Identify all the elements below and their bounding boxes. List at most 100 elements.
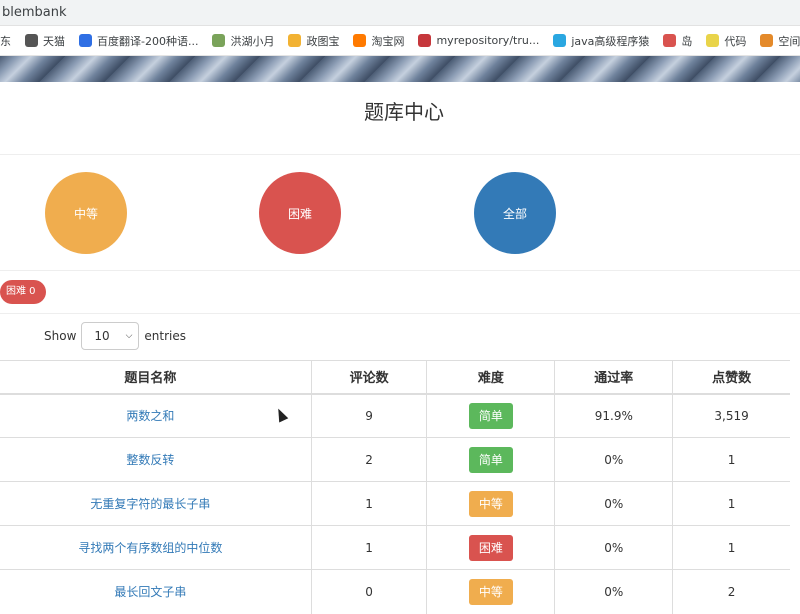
table-cell: 中等 [426, 481, 555, 526]
map-icon [288, 34, 302, 47]
table-row: 最长回文子串 0 中等 0% 2 [0, 569, 790, 614]
table-row: 寻找两个有序数组的中位数 1 困难 0% 1 [0, 525, 790, 570]
chevron-down-icon: ⌵ [125, 331, 133, 341]
difficulty-badge: 中等 [468, 490, 513, 517]
bookmark-item[interactable]: 百度翻译-200种语... [79, 33, 198, 49]
bookmark-label: java高级程序猿 [571, 34, 650, 48]
length-menu: Show 10 ⌵ entries [44, 322, 186, 350]
bookmark-item[interactable]: 岛 [663, 33, 692, 49]
like-count: 3,519 [714, 408, 749, 423]
bookmark-item[interactable]: 代码 [706, 33, 746, 49]
like-count: 2 [727, 584, 736, 599]
bookmark-item[interactable]: 洪湖小月 [212, 33, 274, 49]
bookmark-label: 百度翻译-200种语... [97, 34, 199, 48]
bilibili-icon [553, 34, 567, 47]
table-cell: 寻找两个有序数组的中位数 [0, 525, 312, 570]
category-hard-button[interactable]: 困难 [259, 172, 341, 254]
bookmark-label: myrepository/tru... [436, 34, 540, 47]
column-header-pass-rate[interactable]: 通过率 [554, 360, 673, 395]
column-header-difficulty[interactable]: 难度 [426, 360, 555, 395]
table-cell: 1 [672, 525, 790, 570]
code-icon [706, 34, 720, 47]
pass-rate: 0% [604, 452, 624, 467]
table-cell: 0% [554, 437, 673, 482]
problem-title-link[interactable]: 无重复字符的最长子串 [90, 497, 210, 511]
table-body: 两数之和 9 简单 91.9% 3,519 整数反转 2 简单 0% 1 无重复字符的最长子串 1 中等… [0, 393, 790, 614]
table-cell: 0 [310, 569, 427, 614]
problems-table: 题目名称 评论数 难度 通过率 点赞数 两数之和 9 简单 91.9% 3,519 整数反… [0, 360, 790, 614]
bookmark-label: 淘宝网 [371, 34, 405, 48]
bookmark-label: 代码 [724, 34, 747, 48]
space-icon [760, 34, 774, 47]
show-label: Show [44, 329, 77, 343]
difficulty-badge: 简单 [468, 446, 513, 473]
page-title: 题库中心 [364, 100, 444, 124]
category-label: 全部 [502, 206, 527, 221]
bookmark-item[interactable]: myrepository/tru... [418, 34, 539, 47]
table-header-row: 题目名称 评论数 难度 通过率 点赞数 [0, 360, 790, 395]
column-header-likes[interactable]: 点赞数 [672, 360, 790, 395]
leaf-icon [212, 34, 226, 47]
bookmark-label: 东 [0, 34, 11, 48]
table-cell: 无重复字符的最长子串 [0, 481, 312, 526]
table-row: 无重复字符的最长子串 1 中等 0% 1 [0, 481, 790, 526]
table-cell: 91.9% [554, 393, 673, 438]
divider [0, 154, 800, 155]
divider [0, 270, 800, 271]
page-length-select[interactable]: 10 ⌵ [81, 322, 140, 350]
divider [0, 313, 800, 314]
table-row: 两数之和 9 简单 91.9% 3,519 [0, 393, 790, 438]
table-cell: 0% [554, 525, 673, 570]
header-banner [0, 56, 800, 82]
table-cell: 9 [310, 393, 427, 438]
problem-title-link[interactable]: 寻找两个有序数组的中位数 [78, 541, 222, 555]
pass-rate: 0% [604, 540, 624, 555]
swallow-icon [663, 34, 677, 47]
filter-tag-badge[interactable]: 困难 0 [0, 280, 46, 304]
pass-rate: 0% [604, 584, 624, 599]
table-cell: 1 [310, 481, 427, 526]
bookmark-label: 洪湖小月 [230, 34, 275, 48]
table-cell: 简单 [426, 393, 555, 438]
problem-title-link[interactable]: 最长回文子串 [114, 585, 186, 599]
category-medium-button[interactable]: 中等 [45, 172, 127, 254]
taobao-icon [353, 34, 367, 47]
table-cell: 两数之和 [0, 393, 312, 438]
globe-icon [25, 34, 38, 47]
pass-rate: 0% [604, 496, 624, 511]
page-length-value: 10 [94, 329, 110, 343]
table-cell: 3,519 [672, 393, 790, 438]
bookmark-item[interactable]: java高级程序猿 [553, 33, 649, 49]
bookmark-item[interactable]: 空间 [760, 33, 800, 49]
comment-count: 1 [365, 496, 373, 511]
like-count: 1 [727, 452, 736, 467]
table-cell: 整数反转 [0, 437, 312, 482]
bookmark-label: 岛 [681, 34, 693, 48]
column-header-title[interactable]: 题目名称 [0, 360, 312, 395]
bookmark-label: 空间 [778, 34, 800, 48]
address-bar[interactable]: blembank [0, 0, 800, 26]
table-cell: 0% [554, 569, 673, 614]
bookmark-label: 政图宝 [306, 34, 340, 48]
address-text: blembank [2, 5, 67, 20]
github-icon [418, 34, 432, 47]
comment-count: 9 [365, 408, 373, 423]
pass-rate: 91.9% [594, 408, 633, 423]
comment-count: 2 [365, 452, 373, 467]
category-all-button[interactable]: 全部 [474, 172, 556, 254]
bookmark-item[interactable]: 淘宝网 [353, 33, 404, 49]
bookmark-item[interactable]: 政图宝 [288, 33, 339, 49]
table-cell: 中等 [426, 569, 555, 614]
table-cell: 1 [672, 481, 790, 526]
column-header-comments[interactable]: 评论数 [310, 360, 427, 395]
like-count: 1 [727, 540, 736, 555]
table-cell: 简单 [426, 437, 555, 482]
bookmark-item[interactable]: 东 [0, 33, 11, 49]
problem-title-link[interactable]: 两数之和 [126, 409, 174, 423]
table-cell: 2 [672, 569, 790, 614]
comment-count: 0 [365, 584, 373, 599]
table-cell: 2 [310, 437, 427, 482]
problem-title-link[interactable]: 整数反转 [126, 453, 174, 467]
table-cell: 1 [672, 437, 790, 482]
bookmark-item[interactable]: 天猫 [25, 33, 65, 49]
